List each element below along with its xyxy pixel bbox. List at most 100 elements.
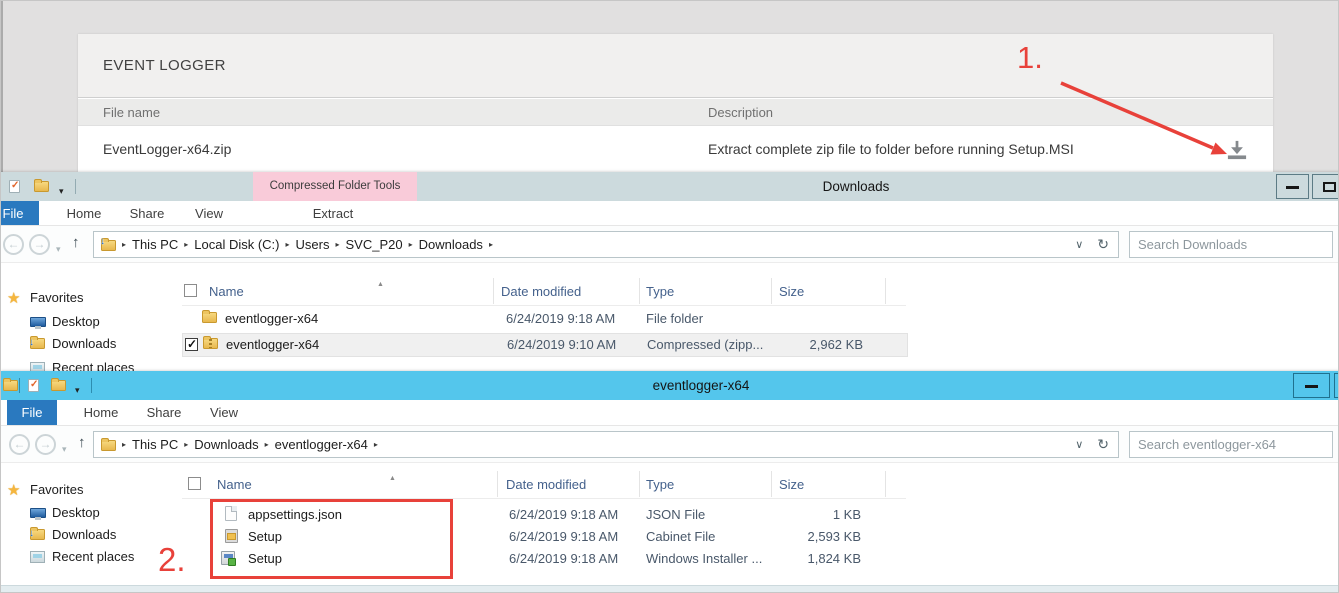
column-description: Description bbox=[708, 99, 773, 126]
sidebar-item-desktop[interactable]: Desktop bbox=[29, 504, 100, 522]
quick-access-toolbar-dropdown-icon[interactable] bbox=[75, 380, 80, 398]
zip-folder-icon bbox=[202, 336, 220, 352]
search-box bbox=[1129, 431, 1333, 458]
sidebar-item-favorites[interactable]: Favorites bbox=[7, 481, 83, 499]
column-header-name[interactable]: Name bbox=[209, 283, 244, 301]
file-row-zip-selected[interactable]: eventlogger-x64 6/24/2019 9:10 AM Compre… bbox=[182, 333, 908, 357]
tab-view[interactable]: View bbox=[197, 400, 251, 425]
column-header-type[interactable]: Type bbox=[646, 476, 674, 494]
sidebar-item-recent-places[interactable]: Recent places bbox=[29, 359, 134, 371]
maximize-button[interactable] bbox=[1334, 373, 1339, 398]
new-folder-icon[interactable] bbox=[33, 179, 51, 195]
titlebar[interactable]: Compressed Folder Tools Downloads bbox=[0, 172, 1339, 201]
sidebar-item-recent-places[interactable]: Recent places bbox=[29, 548, 134, 566]
select-all-checkbox[interactable] bbox=[188, 477, 201, 490]
column-divider[interactable] bbox=[497, 471, 498, 497]
breadcrumb-separator-icon bbox=[184, 231, 188, 258]
tab-extract[interactable]: Extract bbox=[299, 201, 367, 225]
column-divider[interactable] bbox=[493, 278, 494, 304]
star-icon bbox=[7, 290, 25, 306]
sidebar-item-desktop[interactable]: Desktop bbox=[29, 313, 100, 331]
breadcrumb-separator-icon bbox=[122, 231, 126, 258]
column-divider[interactable] bbox=[639, 278, 640, 304]
header-underline bbox=[182, 305, 906, 306]
back-icon[interactable] bbox=[3, 234, 24, 255]
breadcrumb-users[interactable]: Users bbox=[296, 232, 330, 257]
titlebar[interactable]: eventlogger-x64 bbox=[1, 371, 1339, 400]
column-divider[interactable] bbox=[771, 278, 772, 304]
recent-places-icon bbox=[29, 360, 47, 371]
column-divider[interactable] bbox=[885, 471, 886, 497]
annotation-highlight-rectangle bbox=[210, 499, 453, 579]
address-bar-row: This PC Local Disk (C:) Users SVC_P20 Do… bbox=[0, 226, 1339, 263]
annotation-arrow-icon bbox=[1041, 61, 1241, 171]
file-list-area: Favorites Desktop Downloads Recent place… bbox=[1, 463, 1339, 585]
forward-icon[interactable] bbox=[35, 434, 56, 455]
up-icon[interactable] bbox=[78, 434, 86, 451]
tab-share[interactable]: Share bbox=[135, 400, 193, 425]
desktop-icon bbox=[29, 505, 47, 521]
downloads-folder-icon bbox=[100, 238, 117, 251]
sidebar-item-favorites[interactable]: Favorites bbox=[7, 289, 83, 307]
tab-home[interactable]: Home bbox=[53, 201, 115, 225]
address-dropdown-icon[interactable] bbox=[1075, 431, 1083, 458]
properties-icon[interactable] bbox=[9, 179, 27, 195]
tab-home[interactable]: Home bbox=[71, 400, 131, 425]
refresh-icon[interactable] bbox=[1097, 232, 1109, 257]
column-header-date-modified[interactable]: Date modified bbox=[506, 476, 586, 494]
file-row-folder[interactable]: eventlogger-x64 6/24/2019 9:18 AM File f… bbox=[182, 308, 908, 332]
breadcrumb-svc-p20[interactable]: SVC_P20 bbox=[346, 232, 403, 257]
column-header-date-modified[interactable]: Date modified bbox=[501, 283, 581, 301]
back-icon[interactable] bbox=[9, 434, 30, 455]
tab-share[interactable]: Share bbox=[117, 201, 177, 225]
recent-locations-icon[interactable] bbox=[62, 439, 67, 457]
annotation-step-1: 1. bbox=[1017, 41, 1043, 75]
minimize-button[interactable] bbox=[1276, 174, 1309, 199]
recent-locations-icon[interactable] bbox=[56, 239, 61, 257]
divider bbox=[91, 378, 92, 393]
up-icon[interactable] bbox=[72, 234, 80, 251]
column-header-size[interactable]: Size bbox=[779, 283, 804, 301]
new-folder-icon[interactable] bbox=[50, 378, 68, 394]
address-dropdown-icon[interactable] bbox=[1075, 231, 1083, 258]
select-all-checkbox[interactable] bbox=[184, 284, 197, 297]
column-header-type[interactable]: Type bbox=[646, 283, 674, 301]
contextual-tab-group: Compressed Folder Tools bbox=[253, 172, 417, 201]
breadcrumb-downloads[interactable]: Downloads bbox=[419, 232, 483, 257]
breadcrumb-local-disk[interactable]: Local Disk (C:) bbox=[194, 232, 279, 257]
breadcrumb-this-pc[interactable]: This PC bbox=[132, 232, 178, 257]
column-divider[interactable] bbox=[639, 471, 640, 497]
description-cell: Extract complete zip file to folder befo… bbox=[708, 127, 1074, 172]
column-divider[interactable] bbox=[771, 471, 772, 497]
breadcrumb-separator-icon bbox=[122, 431, 126, 458]
forward-icon[interactable] bbox=[29, 234, 50, 255]
sidebar-item-downloads[interactable]: Downloads bbox=[29, 526, 116, 544]
tab-file[interactable]: File bbox=[0, 201, 39, 225]
breadcrumb-downloads[interactable]: Downloads bbox=[194, 432, 258, 457]
tab-file[interactable]: File bbox=[7, 400, 57, 425]
sidebar-item-downloads[interactable]: Downloads bbox=[29, 335, 116, 353]
breadcrumb-separator-icon bbox=[335, 231, 339, 258]
tab-view[interactable]: View bbox=[181, 201, 237, 225]
annotation-step-2: 2. bbox=[158, 543, 186, 577]
breadcrumb-separator-icon bbox=[374, 431, 378, 458]
window-title: Downloads bbox=[823, 172, 890, 201]
breadcrumb-eventlogger-x64[interactable]: eventlogger-x64 bbox=[275, 432, 368, 457]
column-header-name[interactable]: Name bbox=[217, 476, 252, 494]
properties-icon[interactable] bbox=[28, 378, 46, 394]
breadcrumb-separator-icon bbox=[409, 231, 413, 258]
address-box[interactable]: This PC Local Disk (C:) Users SVC_P20 Do… bbox=[93, 231, 1119, 258]
window-folder-icon bbox=[2, 378, 20, 394]
maximize-button[interactable] bbox=[1312, 174, 1339, 199]
quick-access-toolbar-dropdown-icon[interactable] bbox=[59, 181, 64, 199]
refresh-icon[interactable] bbox=[1097, 432, 1109, 457]
row-checkbox[interactable] bbox=[185, 338, 198, 351]
minimize-button[interactable] bbox=[1293, 373, 1330, 398]
breadcrumb-separator-icon bbox=[286, 231, 290, 258]
address-box[interactable]: This PC Downloads eventlogger-x64 bbox=[93, 431, 1119, 458]
search-input[interactable] bbox=[1130, 232, 1332, 257]
search-input[interactable] bbox=[1130, 432, 1332, 457]
column-header-size[interactable]: Size bbox=[779, 476, 804, 494]
column-divider[interactable] bbox=[885, 278, 886, 304]
breadcrumb-this-pc[interactable]: This PC bbox=[132, 432, 178, 457]
